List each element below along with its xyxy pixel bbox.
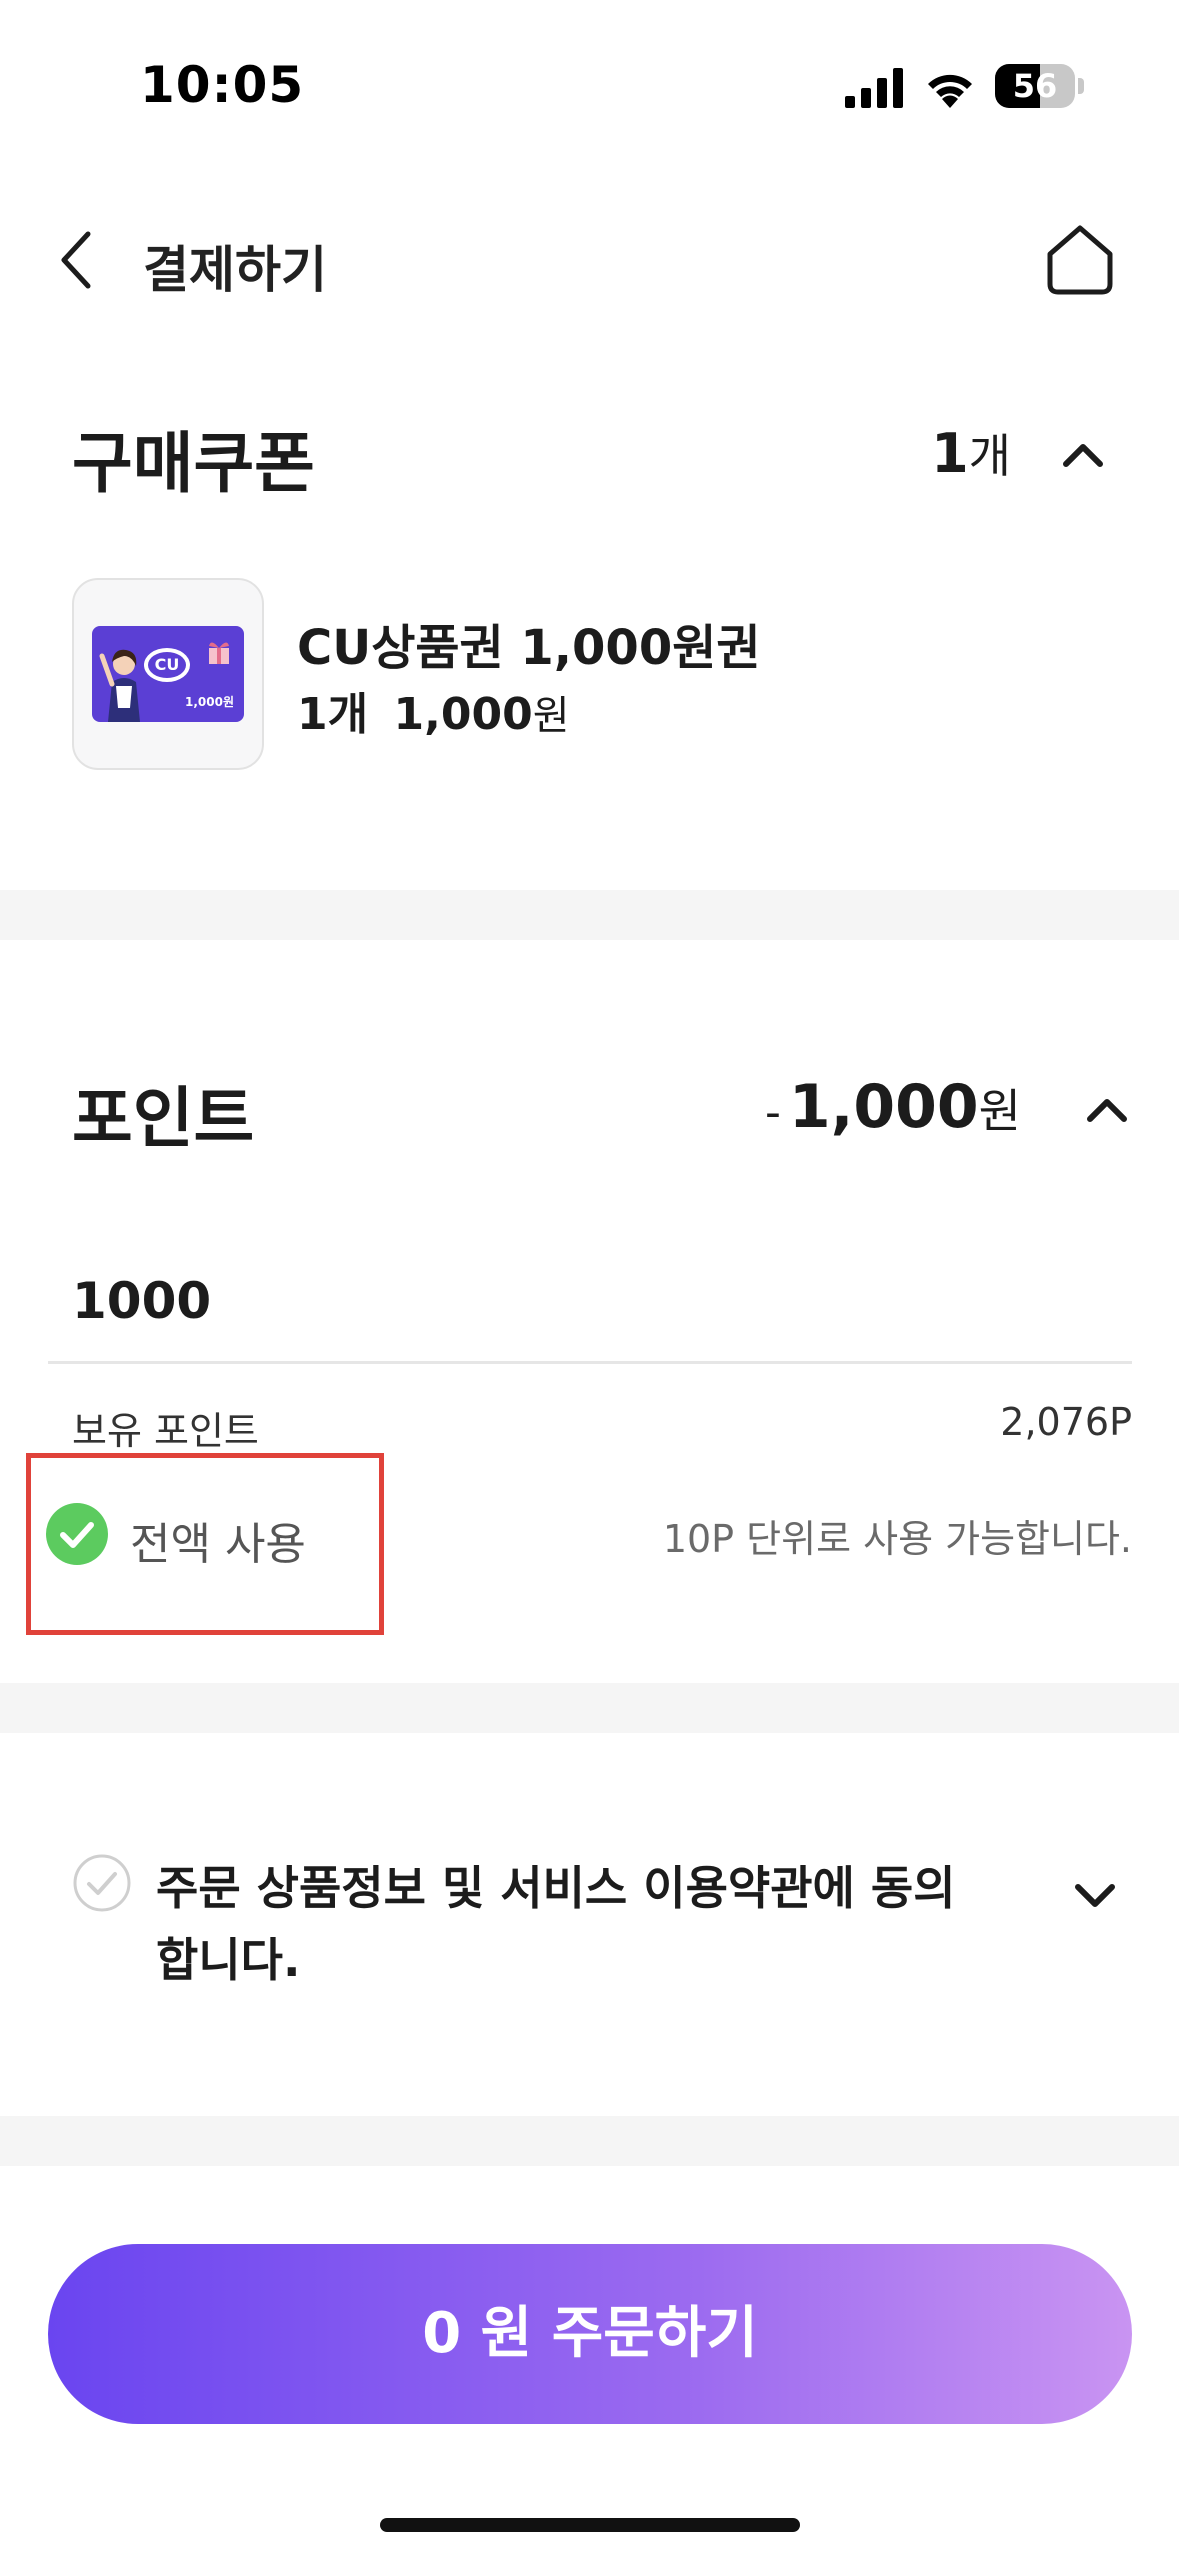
section-divider bbox=[0, 1683, 1179, 1733]
point-amount-input[interactable] bbox=[48, 1240, 1132, 1364]
product-name: CU상품권 1,000원권 bbox=[297, 620, 761, 676]
held-points-value: 2,076P bbox=[1000, 1400, 1132, 1444]
battery-level-text: 56 bbox=[1012, 67, 1058, 105]
point-discount-value: 1,000 bbox=[788, 1072, 979, 1142]
wifi-icon bbox=[928, 74, 972, 108]
product-meta: 1개 1,000원 bbox=[297, 678, 570, 742]
agreement-checkbox-icon[interactable] bbox=[72, 1853, 132, 1913]
order-button[interactable]: 0 원 주문하기 bbox=[48, 2244, 1132, 2424]
agreement-text[interactable]: 주문 상품정보 및 서비스 이용약관에 동의합니다. bbox=[156, 1852, 986, 1996]
status-bar: 10:05 56 bbox=[0, 0, 1179, 150]
held-points-label: 보유 포인트 bbox=[72, 1409, 259, 1453]
gift-icon bbox=[209, 642, 229, 664]
page-title: 결제하기 bbox=[143, 241, 327, 299]
chevron-down-icon[interactable] bbox=[1070, 1878, 1120, 1912]
product-price: 1,000 bbox=[393, 689, 533, 740]
annotation-highlight-box bbox=[26, 1453, 384, 1635]
signal-icon bbox=[845, 68, 903, 108]
point-discount-sign: - bbox=[764, 1087, 781, 1138]
point-discount-unit: 원 bbox=[978, 1084, 1021, 1138]
home-indicator bbox=[380, 2518, 800, 2532]
voucher-amount: 1,000원 bbox=[185, 695, 234, 709]
chevron-up-icon[interactable] bbox=[1082, 1093, 1132, 1127]
point-section-title: 포인트 bbox=[72, 1080, 255, 1157]
character-illustration-icon bbox=[99, 649, 140, 722]
coupon-count: 1개 bbox=[931, 420, 1011, 486]
product-price-unit: 원 bbox=[532, 693, 570, 739]
coupon-count-value: 1 bbox=[931, 422, 969, 485]
voucher-image: CU 1,000원 bbox=[92, 626, 244, 722]
product-thumbnail: CU 1,000원 bbox=[72, 578, 264, 770]
chevron-up-icon[interactable] bbox=[1058, 438, 1108, 472]
point-discount: -1,000원 bbox=[765, 1072, 1021, 1142]
chevron-left-icon[interactable] bbox=[48, 220, 108, 300]
coupon-section-title: 구매쿠폰 bbox=[72, 425, 315, 502]
section-divider bbox=[0, 2116, 1179, 2166]
status-time: 10:05 bbox=[140, 56, 305, 114]
product-qty: 1개 bbox=[297, 689, 369, 740]
coupon-count-unit: 개 bbox=[968, 429, 1011, 483]
nav-header: 결제하기 bbox=[0, 190, 1179, 330]
battery-icon: 56 bbox=[995, 64, 1085, 108]
cu-logo-icon: CU bbox=[144, 648, 190, 682]
section-divider bbox=[0, 890, 1179, 940]
point-unit-notice: 10P 단위로 사용 가능합니다. bbox=[662, 1517, 1132, 1561]
home-icon[interactable] bbox=[1042, 220, 1118, 300]
